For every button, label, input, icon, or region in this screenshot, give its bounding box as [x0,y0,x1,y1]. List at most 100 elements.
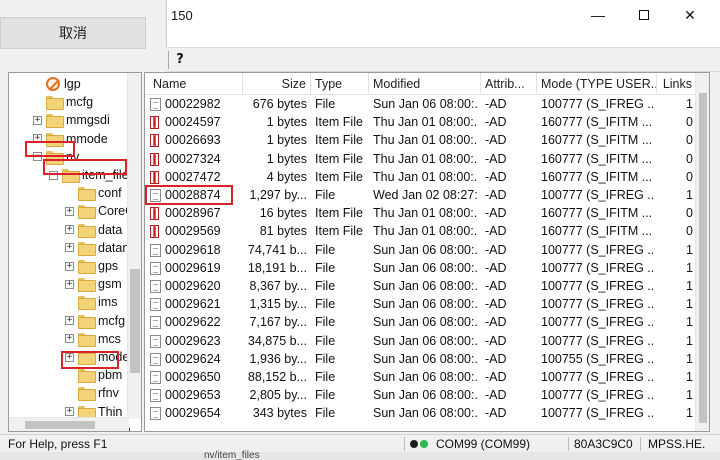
tree-item-label: mcs [98,331,121,346]
cell-modified: Thu Jan 01 08:00:... [373,115,477,130]
cell-mode: 100777 (S_IFREG ... [541,242,653,257]
expand-toggle-icon[interactable]: + [65,407,74,417]
cell-size: 2,805 by... [249,388,307,403]
menu-band [166,30,720,47]
list-scroll-thumb[interactable] [699,93,707,423]
table-row[interactable]: 00027324 1 bytes Item File Thu Jan 01 08:00… [145,150,697,168]
cell-name: 00029621 [165,297,221,312]
tree-item[interactable]: lgp [33,75,81,93]
folder-tree[interactable]: +item_sto+wcdm+Thin_lrfnvpbm+mode+mcs+mc… [8,72,142,432]
tree-item[interactable]: + gps [65,257,118,275]
column-header[interactable]: Links [657,73,697,95]
cell-mode: 160777 (S_IFITM ... [541,206,653,221]
cell-size: 343 bytes [252,406,307,421]
cell-modified: Sun Jan 06 08:00:... [373,315,477,330]
context-help-icon[interactable]: ? [172,52,188,68]
cell-attrib: -AD [485,169,507,184]
column-header[interactable]: Mode (TYPE USER... [537,73,657,95]
table-row[interactable]: 00024597 1 bytes Item File Thu Jan 01 08:00… [145,113,697,131]
status-mode: MPSS.HE. [648,437,706,451]
table-row[interactable]: 00029619 18,191 b... File Sun Jan 06 08:00:… [145,259,697,277]
cell-attrib: -AD [485,297,507,312]
tree-item[interactable]: ims [65,293,117,311]
folder-icon [78,296,96,311]
minimize-icon[interactable]: — [575,0,621,30]
cell-modified: Thu Jan 01 08:00:... [373,133,477,148]
cell-modified: Sun Jan 06 08:00:... [373,370,477,384]
tree-hscroll-thumb[interactable] [25,421,95,429]
expand-toggle-icon[interactable]: + [65,225,74,235]
expand-toggle-icon[interactable]: + [65,261,74,271]
file-icon [150,316,161,330]
tree-item[interactable]: + mmgsdi [33,111,110,129]
column-header[interactable]: Modified [369,73,481,95]
cell-mode: 100777 (S_IFREG ... [541,406,653,421]
cell-mode: 160777 (S_IFITM ... [541,115,653,130]
cell-modified: Thu Jan 01 08:00:... [373,151,477,166]
cell-mode: 160777 (S_IFITM ... [541,169,653,184]
tree-item-label: mcfg [98,313,126,328]
cell-name: 00029654 [165,406,221,421]
table-row[interactable]: 00029569 81 bytes Item File Thu Jan 01 08:0… [145,222,697,240]
table-row[interactable]: 00027472 4 bytes Item File Thu Jan 01 08:00… [145,168,697,186]
cell-attrib: -AD [485,388,507,403]
table-row[interactable]: 00029624 1,936 by... File Sun Jan 06 08:00:… [145,350,697,368]
cell-modified: Thu Jan 01 08:00:... [373,206,477,221]
cell-type: File [315,370,336,384]
column-header[interactable]: Size [243,73,311,95]
column-header[interactable]: Name [149,73,243,95]
cell-links: 1 [686,279,693,293]
expand-toggle-icon[interactable]: + [65,279,74,289]
expand-toggle-icon[interactable]: + [65,334,74,344]
table-row[interactable]: 00026693 1 bytes Item File Thu Jan 01 08:00… [145,131,697,149]
tree-horizontal-scrollbar[interactable] [9,417,129,431]
table-row[interactable]: 00029653 2,805 by... File Sun Jan 06 08:00:… [145,386,697,404]
close-icon[interactable]: ✕ [667,0,713,30]
folder-icon [78,314,96,329]
maximize-icon[interactable] [621,0,667,30]
tree-item[interactable]: + mcs [65,330,121,348]
table-row[interactable]: 00029650 88,152 b... File Sun Jan 06 08:00:… [145,368,697,386]
expand-toggle-icon[interactable]: + [65,316,74,326]
tree-item[interactable]: + CoreC [65,202,134,220]
table-row[interactable]: 00028967 16 bytes Item File Thu Jan 01 08:0… [145,204,697,222]
table-row[interactable]: 00029620 8,367 by... File Sun Jan 06 08:00:… [145,277,697,295]
tree-item-label: lgp [64,77,81,91]
table-row[interactable]: 00029623 34,875 b... File Sun Jan 06 08:00:… [145,332,697,350]
cell-name: 00029650 [165,370,221,384]
title-bar: 150 — ✕ [166,0,720,30]
tree-item[interactable]: + data [65,221,122,239]
expand-toggle-icon[interactable]: + [33,115,42,125]
cell-type: File [315,279,336,293]
window-title: 150 [171,8,193,23]
table-row[interactable]: 00029622 7,167 by... File Sun Jan 06 08:00:… [145,313,697,331]
tree-item-label: datan [98,240,130,255]
tree-scroll-thumb[interactable] [130,269,140,373]
tree-item[interactable]: rfnv [65,384,119,402]
tree-item[interactable]: mcfg [33,93,93,111]
cell-modified: Sun Jan 06 08:00:... [373,260,477,275]
column-header[interactable]: Type [311,73,369,95]
cell-attrib: -AD [485,188,507,202]
tree-item[interactable]: + gsm [65,275,122,293]
table-row[interactable]: 00029621 1,315 by... File Sun Jan 06 08:00:… [145,295,697,313]
folder-icon [78,187,96,202]
tree-item[interactable]: + datan [65,239,129,257]
column-header[interactable]: Attrib... [481,73,537,95]
below-window-strip [0,452,720,460]
expand-toggle-icon[interactable]: + [65,243,74,253]
tree-item[interactable]: + mcfg [65,312,125,330]
toolbar-separator [168,51,169,69]
expand-toggle-icon[interactable]: + [65,206,74,216]
list-vertical-scrollbar[interactable] [695,73,709,431]
cell-name: 00027324 [165,151,221,166]
tree-vertical-scrollbar[interactable] [127,73,141,419]
table-row[interactable]: 00022982 676 bytes File Sun Jan 06 08:00:..… [145,95,697,113]
tree-item[interactable]: conf [65,184,122,202]
table-row[interactable]: 00029618 74,741 b... File Sun Jan 06 08:00:… [145,241,697,259]
cell-modified: Sun Jan 06 08:00:... [373,333,477,348]
cell-mode: 160777 (S_IFITM ... [541,151,653,166]
table-row[interactable]: 00029654 343 bytes File Sun Jan 06 08:00:..… [145,404,697,422]
cell-mode: 160777 (S_IFITM ... [541,224,653,239]
file-list[interactable]: Name Size Type Modified Attrib... Mode (TYPE … [144,72,710,432]
